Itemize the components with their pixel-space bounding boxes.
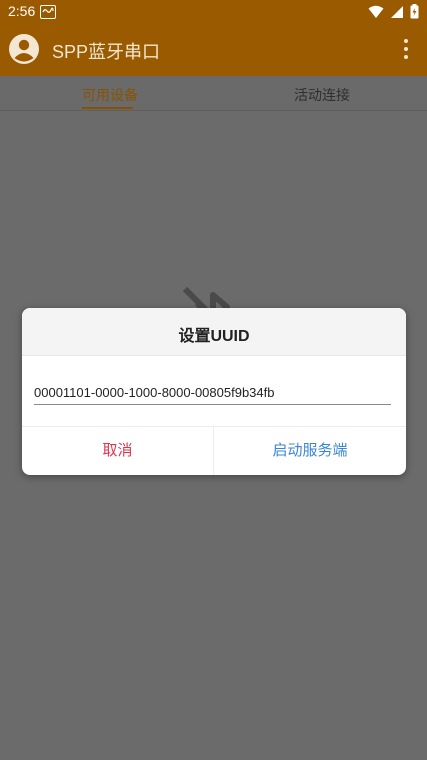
- dialog-header: 设置UUID: [22, 308, 406, 356]
- overflow-menu-icon[interactable]: [397, 38, 415, 60]
- app-bar: SPP蓝牙串口: [0, 24, 427, 76]
- signal-icon: [391, 5, 403, 18]
- account-icon[interactable]: [9, 34, 39, 64]
- app-title: SPP蓝牙串口: [52, 42, 161, 62]
- tab-active-connections[interactable]: 活动连接: [294, 85, 350, 105]
- status-time: 2:56: [8, 3, 36, 19]
- cancel-button[interactable]: 取消: [22, 427, 213, 475]
- status-bar: 2:56: [0, 0, 427, 24]
- start-server-button[interactable]: 启动服务端: [214, 427, 406, 475]
- tab-bar: 可用设备 活动连接: [0, 76, 427, 111]
- uuid-input[interactable]: [34, 382, 391, 405]
- sms-icon: [40, 5, 56, 19]
- dialog-title: 设置UUID: [178, 328, 250, 345]
- tab-available-devices[interactable]: 可用设备: [82, 85, 138, 105]
- status-icons: [368, 4, 419, 19]
- sms-icon-glyph: [42, 7, 54, 13]
- wifi-icon: [368, 5, 384, 18]
- tab-indicator: [82, 107, 133, 109]
- battery-icon: [410, 4, 419, 19]
- set-uuid-dialog: 设置UUID 取消 启动服务端: [22, 308, 406, 475]
